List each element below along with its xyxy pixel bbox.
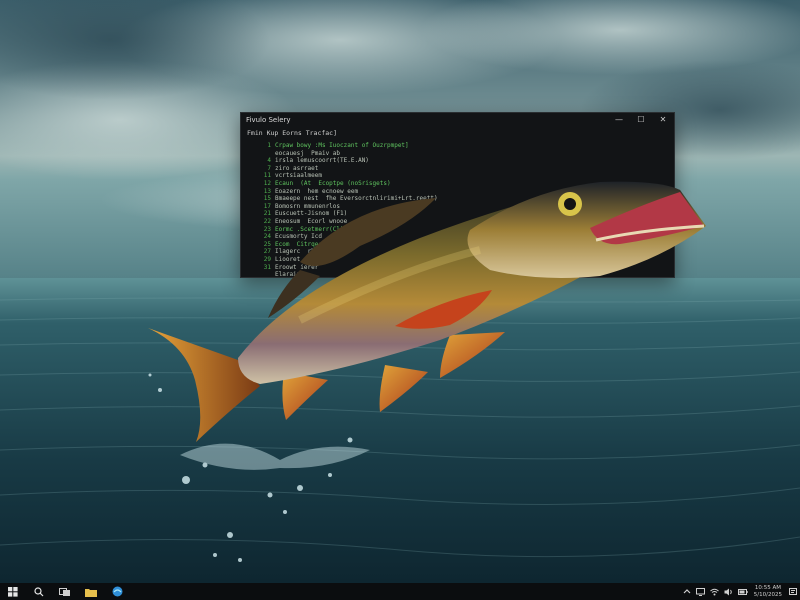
line-number [247,150,275,158]
windows-start-icon[interactable] [0,583,26,600]
terminal-line: 27 Ilagerc rhoe) [247,248,674,256]
network-icon[interactable] [708,583,722,600]
terminal-line: 31 Eroowt ierer [247,264,674,272]
line-number: 11 [263,172,271,180]
wallpaper [0,0,800,583]
terminal-line: 7 ziro asrraet [247,165,674,173]
line-text: Ecaun (At Ecoptpe (noSrisgets) [275,179,391,187]
close-button[interactable]: ✕ [652,113,674,127]
line-text: vcrtsiaalmeem [275,172,322,180]
line-text: Liooret [275,255,301,263]
clock-time: 10:55 AM [754,585,781,591]
line-text: Elaraint [275,271,304,278]
task-view-icon[interactable] [52,583,78,600]
line-number: 27 [263,248,271,256]
volume-icon[interactable] [722,583,736,600]
terminal-line: 13 Eoazern hem ecnoew eem [247,188,674,196]
line-text: Ecusmorty Icd ourc(p [275,233,355,241]
line-number: 15 [263,195,271,203]
terminal-line: 1 Crpaw bowy :Ms Iuoczant of Ouzrpmpet] [247,142,674,150]
line-number: 17 [263,202,271,210]
line-number: 23 [263,225,271,233]
notifications-icon[interactable] [786,583,800,600]
line-text: irsla lemuscoorrt(TE.E.AN) [275,157,369,165]
terminal-line: Elaraint [247,271,674,278]
line-text: Eormc .Scetmerr(Cl) [275,225,344,233]
line-text: Bomosrn mmunenrlos [275,202,341,210]
window-titlebar[interactable]: Fivulo Selery — ☐ ✕ [241,113,674,127]
line-text: Eroowt ierer [275,263,319,271]
terminal-line: eocauesj Pmaiv ab [247,150,674,158]
file-explorer-icon[interactable] [78,583,104,600]
terminal-line: 11 vcrtsiaalmeem [247,172,674,180]
desktop: Fivulo Selery — ☐ ✕ Fmin Kup Eorns Tracf… [0,0,800,600]
terminal-prompt[interactable]: Fmin Kup Eorns Tracfac] [241,127,674,139]
terminal-line: 12 Ecaun (At Ecoptpe (noSrisgets) [247,180,674,188]
line-text: eocauesj Pmaiv ab [275,149,341,157]
battery-icon[interactable] [736,583,750,600]
terminal-line: 25 Ecom Citrqertonrcrrsa [247,241,674,249]
browser-icon[interactable] [104,583,130,600]
line-number: 25 [263,240,271,248]
terminal-line: 24 Ecusmorty Icd ourc(p [247,233,674,241]
terminal-line: 15 Bmaeepe nest fhe Eversorctnlirimi+Lrt.… [247,195,674,203]
line-text: Ecom Citrqertonrcrrsa [275,240,355,248]
line-number: 1 [267,142,271,149]
terminal-line: 17 Bomosrn mmunenrlos [247,203,674,211]
terminal-line: 22 Eneosum Ecorl wnooe [247,218,674,226]
terminal-output[interactable]: 1 Crpaw bowy :Ms Iuoczant of Ouzrpmpet] eo… [241,139,674,278]
terminal-line: 23 Eormc .Scetmerr(Cl) [247,226,674,234]
minimize-button[interactable]: — [608,113,630,127]
line-text: Bmaeepe nest fhe Eversorctnlirimi+Lrt.re… [275,195,438,203]
line-text: Eneosum Ecorl wnooe [275,217,348,225]
line-text: Euscuett-Jisnom (F1) [275,210,348,218]
terminal-line: 29 Liooret [247,256,674,264]
line-number: 29 [263,255,271,263]
window-title: Fivulo Selery [246,116,291,124]
display-icon[interactable] [694,583,708,600]
line-text: Eoazern hem ecnoew eem [275,187,359,195]
line-number: 24 [263,233,271,241]
line-number: 22 [263,217,271,225]
tray-overflow-icon[interactable] [680,583,694,600]
taskbar: 10:55 AM 5/10/2025 [0,583,800,600]
line-number [247,271,275,277]
line-number: 4 [267,157,271,165]
maximize-button[interactable]: ☐ [630,113,652,127]
clock-date: 5/10/2025 [753,591,782,598]
line-text: Crpaw bowy :Ms Iuoczant of Ouzrpmpet] [275,142,409,149]
line-text: Ilagerc rhoe) [275,248,326,256]
terminal-window[interactable]: Fivulo Selery — ☐ ✕ Fmin Kup Eorns Tracf… [240,112,675,278]
terminal-line: 21 Euscuett-Jisnom (F1) [247,210,674,218]
line-number: 12 [263,179,271,187]
search-icon[interactable] [26,583,52,600]
terminal-line: 4 irsla lemuscoorrt(TE.E.AN) [247,157,674,165]
line-text: ziro asrraet [275,164,319,172]
window-controls: — ☐ ✕ [608,113,674,127]
line-number: 13 [263,187,271,195]
line-number: 31 [263,263,271,271]
line-number: 21 [263,210,271,218]
line-number: 7 [267,164,271,172]
system-clock[interactable]: 10:55 AM 5/10/2025 [750,585,786,598]
